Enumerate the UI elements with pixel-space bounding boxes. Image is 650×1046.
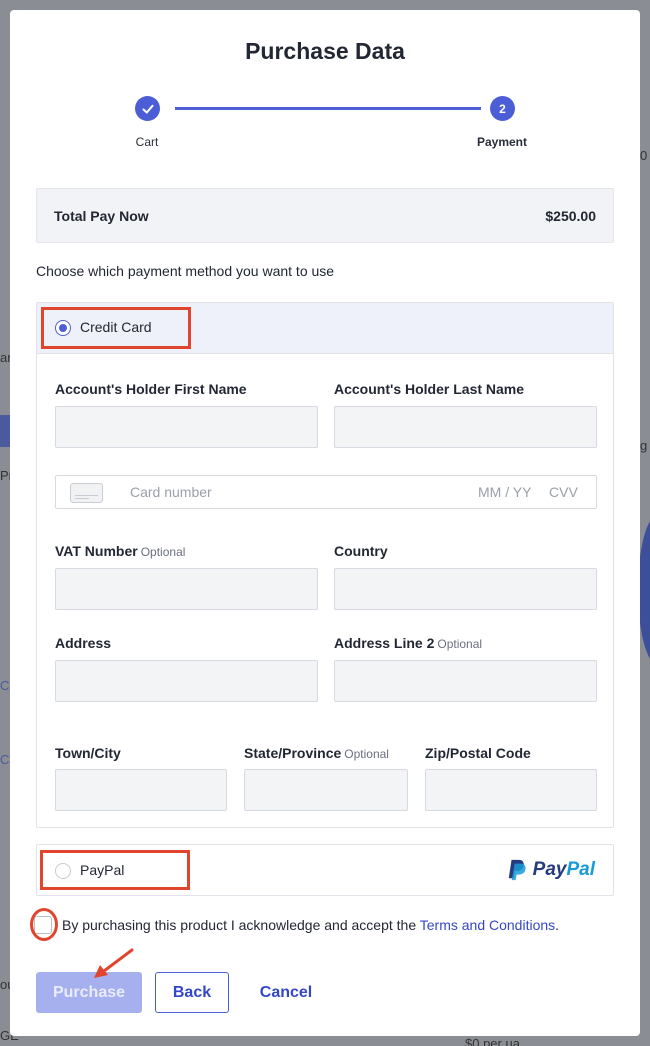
stepper-line	[175, 107, 481, 110]
step-payment-label: Payment	[476, 135, 528, 149]
terms-text-body: By purchasing this product I acknowledge…	[62, 917, 420, 933]
background-text: g	[640, 438, 648, 453]
cvv-placeholder: CVV	[549, 484, 578, 500]
back-button[interactable]: Back	[155, 972, 229, 1013]
zip-field[interactable]	[425, 769, 597, 811]
last-name-label: Account's Holder Last Name	[334, 381, 525, 397]
address2-field[interactable]	[334, 660, 597, 702]
state-label: State/Province Optional	[244, 745, 389, 761]
terms-text: By purchasing this product I acknowledge…	[62, 917, 559, 933]
highlight-box	[40, 850, 190, 890]
total-summary: Total Pay Now $250.00	[36, 188, 614, 243]
background-bar	[0, 415, 10, 447]
total-amount: $250.00	[545, 207, 596, 224]
country-field[interactable]	[334, 568, 597, 610]
town-label: Town/City	[55, 745, 121, 761]
zip-label: Zip/Postal Code	[425, 745, 531, 761]
terms-suffix: .	[555, 917, 560, 933]
optional-tag: Optional	[437, 637, 483, 651]
state-field[interactable]	[244, 769, 408, 811]
annotation-arrow-icon	[94, 948, 134, 978]
card-input[interactable]: Card number MM / YY CVV	[55, 475, 597, 509]
purchase-modal: Purchase Data 2 Cart Payment Total Pay N…	[10, 10, 640, 1036]
address2-label: Address Line 2 Optional	[334, 635, 482, 651]
modal-title: Purchase Data	[245, 38, 405, 64]
vat-label: VAT Number Optional	[55, 543, 185, 559]
highlight-box	[41, 307, 191, 349]
card-number-placeholder: Card number	[130, 484, 212, 500]
paypal-wordmark-part2: Pal	[566, 859, 595, 880]
first-name-label: Account's Holder First Name	[55, 381, 247, 397]
credit-card-panel: Credit Card Account's Holder First Name …	[36, 302, 614, 828]
total-label: Total Pay Now	[54, 207, 149, 224]
vat-label-text: VAT Number	[55, 543, 138, 559]
terms-link[interactable]: Terms and Conditions	[420, 917, 555, 933]
highlight-circle	[30, 908, 58, 941]
cancel-button[interactable]: Cancel	[246, 972, 326, 1013]
last-name-field[interactable]	[334, 406, 597, 448]
paypal-icon	[508, 859, 526, 881]
background-text: 0	[640, 148, 648, 163]
paypal-wordmark-part1: Pay	[532, 859, 567, 880]
state-label-text: State/Province	[244, 745, 342, 761]
optional-tag: Optional	[140, 545, 186, 559]
paypal-logo: PayPal	[506, 859, 595, 881]
first-name-field[interactable]	[55, 406, 318, 448]
paypal-wordmark: PayPal	[533, 859, 595, 881]
vat-field[interactable]	[55, 568, 318, 610]
credit-card-icon	[70, 483, 103, 503]
expiry-placeholder: MM / YY	[478, 484, 532, 500]
payment-method-prompt: Choose which payment method you want to …	[36, 263, 335, 279]
step-cart-label: Cart	[135, 135, 159, 149]
check-icon	[142, 104, 153, 113]
background-text: $0 per ua	[465, 1036, 520, 1046]
country-label: Country	[334, 543, 388, 559]
town-field[interactable]	[55, 769, 227, 811]
address-label: Address	[55, 635, 112, 651]
address2-label-text: Address Line 2	[334, 635, 435, 651]
address-field[interactable]	[55, 660, 318, 702]
step-payment-indicator: 2	[490, 96, 515, 121]
step-cart-indicator	[135, 96, 160, 121]
optional-tag: Optional	[344, 747, 389, 761]
